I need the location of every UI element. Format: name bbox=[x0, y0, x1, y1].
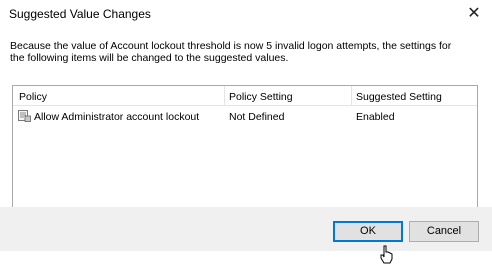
policy-setting-value: Not Defined bbox=[229, 111, 285, 123]
button-bar: OK Cancel bbox=[0, 207, 492, 251]
suggested-setting-value: Enabled bbox=[356, 111, 395, 123]
policy-icon bbox=[18, 110, 31, 122]
close-icon[interactable]: ✕ bbox=[462, 4, 486, 24]
title-bar: Suggested Value Changes ✕ bbox=[0, 0, 492, 30]
column-header-suggested-setting[interactable]: Suggested Setting bbox=[356, 91, 442, 103]
column-divider[interactable] bbox=[351, 86, 352, 106]
hand-cursor-icon bbox=[380, 245, 393, 264]
table-row[interactable]: Allow Administrator account lockout Not … bbox=[13, 108, 477, 126]
message-text: Because the value of Account lockout thr… bbox=[10, 40, 480, 64]
column-header-policy-setting[interactable]: Policy Setting bbox=[229, 91, 293, 103]
dialog-content: Because the value of Account lockout thr… bbox=[0, 30, 492, 234]
dialog-title: Suggested Value Changes bbox=[9, 7, 151, 21]
policy-name: Allow Administrator account lockout bbox=[34, 111, 200, 123]
cancel-button[interactable]: Cancel bbox=[409, 221, 479, 242]
list-header: Policy Policy Setting Suggested Setting bbox=[13, 86, 477, 106]
column-header-policy[interactable]: Policy bbox=[19, 91, 47, 103]
message-line-1: Because the value of Account lockout thr… bbox=[10, 40, 452, 52]
message-line-2: the following items will be changed to t… bbox=[10, 52, 289, 64]
column-divider[interactable] bbox=[224, 86, 225, 106]
ok-button[interactable]: OK bbox=[333, 221, 403, 242]
